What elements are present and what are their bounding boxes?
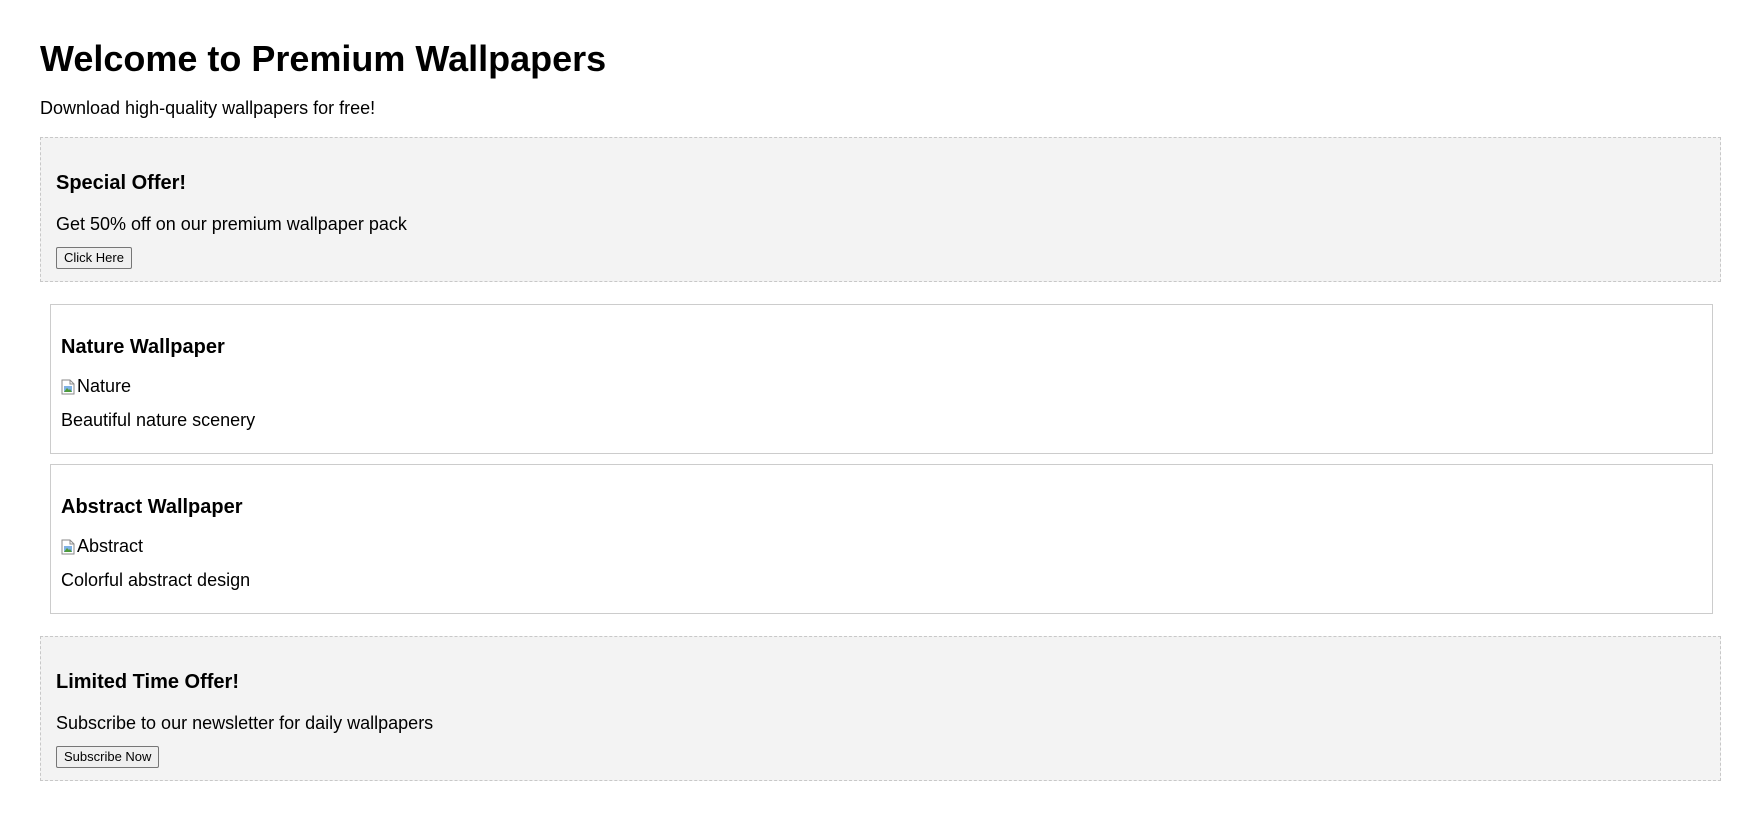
abstract-wallpaper-title: Abstract Wallpaper (61, 496, 243, 518)
nature-wallpaper-alt: Nature (77, 376, 132, 396)
special-offer-ad: Special Offer! Get 50% off on our premiu… (40, 137, 1721, 282)
broken-image-icon (61, 378, 75, 395)
abstract-wallpaper-card: Abstract Wallpaper Abstract Colorful abs… (50, 464, 1713, 614)
page-subtitle: Download high-quality wallpapers for fre… (40, 98, 376, 118)
limited-offer-text: Subscribe to our newsletter for daily wa… (56, 713, 434, 733)
nature-wallpaper-description: Beautiful nature scenery (61, 410, 256, 430)
abstract-wallpaper-image[interactable]: Abstract (61, 535, 143, 557)
nature-wallpaper-title: Nature Wallpaper (61, 336, 225, 358)
limited-offer-title: Limited Time Offer! (56, 671, 239, 693)
broken-image-icon (61, 538, 75, 555)
nature-wallpaper-image[interactable]: Nature (61, 375, 131, 397)
subscribe-now-button[interactable]: Subscribe Now (56, 746, 160, 768)
click-here-button[interactable]: Click Here (56, 247, 132, 269)
nature-wallpaper-card: Nature Wallpaper Nature Beautiful nature… (50, 304, 1713, 454)
abstract-wallpaper-alt: Abstract (77, 536, 144, 556)
special-offer-text: Get 50% off on our premium wallpaper pac… (56, 214, 407, 234)
limited-time-offer-ad: Limited Time Offer! Subscribe to our new… (40, 636, 1721, 781)
abstract-wallpaper-description: Colorful abstract design (61, 570, 251, 590)
special-offer-title: Special Offer! (56, 172, 187, 194)
page-title: Welcome to Premium Wallpapers (40, 38, 607, 79)
